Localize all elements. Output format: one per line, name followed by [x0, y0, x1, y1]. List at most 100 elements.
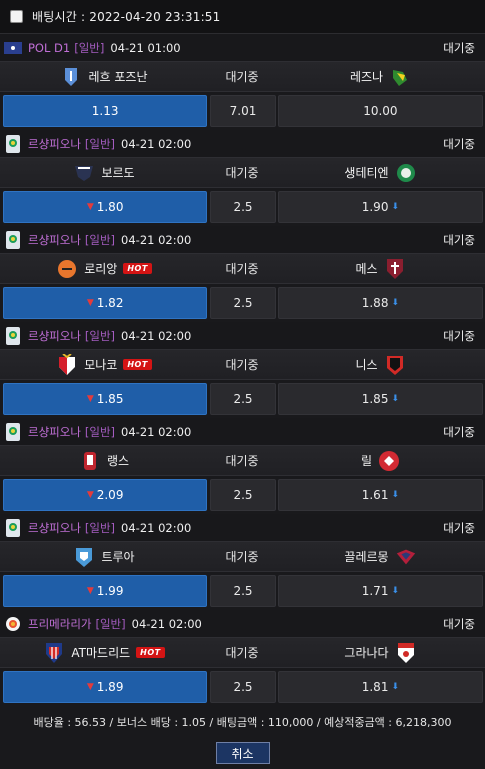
match-time: 04-21 02:00 — [121, 232, 192, 247]
draw-odd-value: 2.5 — [233, 680, 253, 694]
league-tag: [일반] — [74, 40, 105, 55]
reims-crest-icon — [79, 450, 101, 472]
draw-odd-value: 2.5 — [233, 296, 253, 310]
hot-badge: HOT — [136, 647, 165, 658]
bet-summary: 배당율 : 56.53 / 보너스 배당 : 1.05 / 배팅금액 : 110… — [33, 716, 452, 729]
odds-down-arrow-icon: ⬇ — [391, 298, 399, 308]
away-odd-button[interactable]: 1.85 ⬇ — [277, 383, 483, 415]
home-team: 레흐 포즈난 — [0, 66, 208, 88]
match-time: 04-21 02:00 — [121, 328, 192, 343]
teams-row: 모나코 HOT 대기중 니스 — [0, 349, 485, 380]
away-team-name: 니스 — [355, 358, 378, 372]
home-odd-button[interactable]: ▼ 1.89 — [3, 671, 208, 703]
away-team: 생테티엔 — [276, 162, 485, 184]
league-row: POL D1 [일반] 04-21 01:00 대기중 — [0, 34, 485, 61]
draw-odd-button[interactable]: 2.5 — [210, 287, 276, 319]
draw-status: 대기중 — [225, 454, 259, 468]
league-name: 르샹피오나 — [28, 424, 81, 439]
home-odd-button[interactable]: ▼ 2.09 — [3, 479, 208, 511]
home-odd-button[interactable]: ▼ 1.85 — [3, 383, 208, 415]
home-team-name: 트루아 — [101, 550, 135, 564]
odds-down-arrow-icon: ⬇ — [391, 586, 399, 596]
away-team-name: 끌레르몽 — [344, 550, 389, 564]
legnica-crest-icon — [389, 66, 411, 88]
draw-status: 대기중 — [225, 550, 259, 564]
match-item: 프리메라리가 [일반] 04-21 02:00 대기중 AT마드리드 HOT 대… — [0, 610, 485, 706]
odds-down-arrow-icon: ⬇ — [391, 202, 399, 212]
home-odd-value: 1.85 — [96, 392, 124, 406]
draw-status: 대기중 — [225, 166, 259, 180]
away-odd-button[interactable]: 1.71 ⬇ — [277, 575, 483, 607]
atletico-crest-icon — [43, 642, 65, 664]
home-odd-button[interactable]: ▼ 1.99 — [3, 575, 208, 607]
odds-down-arrow-icon: ⬇ — [391, 490, 399, 500]
league-row: 르샹피오나 [일반] 04-21 02:00 대기중 — [0, 130, 485, 157]
teams-row: AT마드리드 HOT 대기중 그라나다 — [0, 637, 485, 668]
betting-time-bar: 배팅시간 : 2022-04-20 23:31:51 — [0, 0, 485, 34]
odds-row: ▼ 1.99 2.5 1.71 ⬇ — [0, 572, 485, 610]
away-team-name: 메스 — [355, 262, 378, 276]
odds-row: 1.13 7.01 10.00 — [0, 92, 485, 130]
away-team: 레즈나 — [276, 66, 485, 88]
match-item: 르샹피오나 [일반] 04-21 02:00 대기중 보르도 대기중 생테티엔 … — [0, 130, 485, 226]
match-item: 르샹피오나 [일반] 04-21 02:00 대기중 랭스 대기중 릴 ▼ 2.… — [0, 418, 485, 514]
league-tag: [일반] — [95, 616, 126, 631]
away-odd-value: 1.85 — [361, 392, 389, 406]
ligue1-icon — [4, 518, 22, 537]
ligue1-icon — [4, 422, 22, 441]
away-odd-button[interactable]: 1.88 ⬇ — [277, 287, 483, 319]
home-team: 로리앙 HOT — [0, 258, 208, 280]
away-odd-button[interactable]: 1.90 ⬇ — [277, 191, 483, 223]
draw-odd-button[interactable]: 7.01 — [210, 95, 276, 127]
away-odd-button[interactable]: 1.61 ⬇ — [277, 479, 483, 511]
draw-odd-button[interactable]: 2.5 — [210, 671, 276, 703]
odds-row: ▼ 2.09 2.5 1.61 ⬇ — [0, 476, 485, 514]
cancel-button[interactable]: 취소 — [215, 742, 270, 764]
home-team-name: 랭스 — [106, 454, 130, 468]
home-team-name: 로리앙 — [84, 262, 118, 276]
bordeaux-crest-icon — [73, 162, 95, 184]
draw-odd-button[interactable]: 2.5 — [210, 383, 276, 415]
match-status: 대기중 — [443, 424, 475, 439]
teams-row: 트루아 대기중 끌레르몽 — [0, 541, 485, 572]
ligue1-icon — [4, 134, 22, 153]
teams-row: 보르도 대기중 생테티엔 — [0, 157, 485, 188]
away-odd-button[interactable]: 1.81 ⬇ — [277, 671, 483, 703]
home-odd-button[interactable]: ▼ 1.80 — [3, 191, 208, 223]
betslip-panel: 배팅시간 : 2022-04-20 23:31:51 POL D1 [일반] 0… — [0, 0, 485, 769]
league-tag: [일반] — [84, 424, 116, 439]
home-team-name: 레흐 포즈난 — [88, 70, 148, 84]
league-name: 프리메라리가 — [28, 616, 92, 631]
home-team: 랭스 — [0, 450, 208, 472]
odds-up-arrow-icon: ▼ — [86, 682, 94, 692]
home-odd-button[interactable]: 1.13 — [3, 95, 208, 127]
odds-up-arrow-icon: ▼ — [86, 586, 94, 596]
draw-odd-button[interactable]: 2.5 — [210, 191, 276, 223]
league-name: 르샹피오나 — [28, 232, 81, 247]
odds-row: ▼ 1.89 2.5 1.81 ⬇ — [0, 668, 485, 706]
home-odd-button[interactable]: ▼ 1.82 — [3, 287, 208, 319]
betting-time-label: 배팅시간 : 2022-04-20 23:31:51 — [32, 10, 221, 24]
home-team-name: 보르도 — [101, 166, 135, 180]
away-odd-button[interactable]: 10.00 — [277, 95, 483, 127]
home-odd-value: 1.89 — [96, 680, 124, 694]
away-team: 그라나다 — [276, 642, 485, 664]
home-odd-value: 1.80 — [96, 200, 124, 214]
away-odd-value: 1.90 — [361, 200, 389, 214]
ligue1-icon — [4, 326, 22, 345]
teams-row: 랭스 대기중 릴 — [0, 445, 485, 476]
away-odd-value: 1.88 — [361, 296, 389, 310]
draw-odd-button[interactable]: 2.5 — [210, 575, 276, 607]
match-status: 대기중 — [443, 136, 475, 151]
hot-badge: HOT — [123, 263, 152, 274]
match-time: 04-21 02:00 — [121, 520, 192, 535]
saint-etienne-crest-icon — [395, 162, 417, 184]
match-time: 04-21 01:00 — [110, 40, 181, 55]
lech-crest-icon — [60, 66, 82, 88]
teams-row: 로리앙 HOT 대기중 메스 — [0, 253, 485, 284]
draw-odd-button[interactable]: 2.5 — [210, 479, 276, 511]
granada-crest-icon — [395, 642, 417, 664]
odds-down-arrow-icon: ⬇ — [391, 682, 399, 692]
select-all-checkbox[interactable] — [10, 10, 23, 23]
home-team: AT마드리드 HOT — [0, 642, 208, 664]
